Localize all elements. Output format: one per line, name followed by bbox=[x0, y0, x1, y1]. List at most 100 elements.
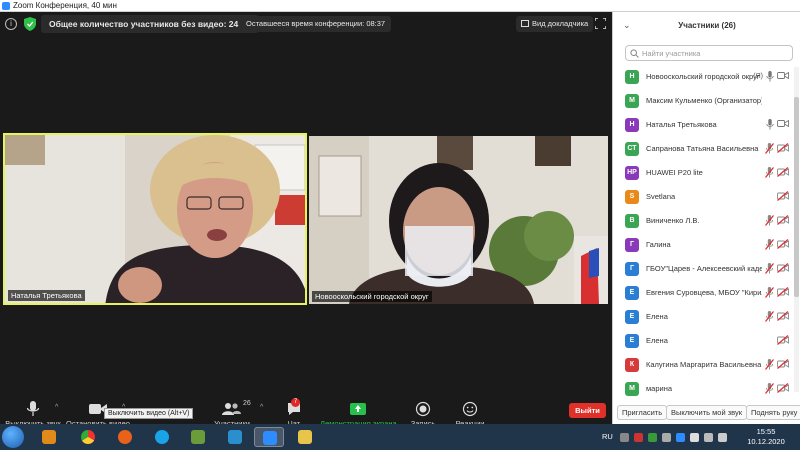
participant-row[interactable]: К Калугина Маргарита Васильевна bbox=[613, 353, 793, 377]
participant-row[interactable]: В Виниченко Л.В. bbox=[613, 209, 793, 233]
participant-row[interactable]: Г Галина bbox=[613, 233, 793, 257]
microphone-off-icon bbox=[765, 143, 774, 154]
meeting-area: i Общее количество участников без видео:… bbox=[0, 12, 612, 436]
taskbar-app-explorer[interactable] bbox=[290, 427, 320, 447]
participant-name-text: Новооскольский городской округ bbox=[646, 72, 760, 81]
microphone-off-icon bbox=[765, 167, 774, 178]
audio-options-caret-icon[interactable]: ^ bbox=[55, 404, 58, 411]
tray-flag-icon[interactable] bbox=[690, 433, 699, 442]
paint-icon bbox=[191, 430, 205, 444]
participant-status-icons bbox=[774, 335, 789, 347]
participant-name-text: Калугина Маргарита Васильевна bbox=[646, 360, 762, 369]
raise-hand-button[interactable]: Поднять руку bbox=[746, 405, 800, 420]
participants-without-video-button[interactable]: Общее количество участников без видео: 2… bbox=[41, 15, 260, 33]
participant-name-text: ГБОУ"Царев - Алексеевский кадетский bbox=[646, 264, 762, 273]
meeting-topbar: i Общее количество участников без видео:… bbox=[0, 12, 612, 36]
tray-volume-icon[interactable] bbox=[718, 433, 727, 442]
participant-name-text: Виниченко Л.В. bbox=[646, 216, 700, 225]
speaker-view-button[interactable]: Вид докладчика bbox=[516, 16, 594, 32]
microphone-off-icon bbox=[765, 263, 774, 274]
participant-name-text: HUAWEI P20 lite bbox=[646, 168, 703, 177]
participant-name-text: Наталья Третьякова bbox=[646, 120, 717, 129]
camera-off-icon bbox=[777, 143, 789, 153]
participant-name: Сапранова Татьяна Васильевна bbox=[646, 137, 762, 161]
participant-row[interactable]: Е Елена bbox=[613, 305, 793, 329]
smiley-icon bbox=[462, 401, 478, 417]
taskbar-app-chrome[interactable] bbox=[73, 427, 103, 447]
invite-button[interactable]: Пригласить bbox=[617, 405, 668, 420]
video-tile-speaker[interactable]: Наталья Третьякова bbox=[3, 133, 307, 305]
firefox-icon bbox=[118, 430, 132, 444]
participant-avatar: Г bbox=[625, 238, 639, 252]
participant-avatar: Е bbox=[625, 310, 639, 324]
leave-meeting-button[interactable]: Выйти bbox=[569, 403, 606, 418]
mute-me-button[interactable]: Выключить мой звук bbox=[666, 405, 748, 420]
fullscreen-icon[interactable] bbox=[595, 18, 606, 29]
microphone-on-icon bbox=[766, 119, 774, 130]
taskbar-app-zoom[interactable] bbox=[254, 427, 284, 447]
participant-row[interactable]: Е Евгения Суровцева, МБОУ "Кирилловская bbox=[613, 281, 793, 305]
keyboard-language[interactable]: RU bbox=[602, 432, 613, 441]
participant-search-input[interactable] bbox=[642, 47, 790, 59]
participant-row[interactable]: Е Елена bbox=[613, 329, 793, 353]
taskbar-clock[interactable]: 15:55 10.12.2020 bbox=[742, 427, 790, 447]
participant-row[interactable]: Н Новооскольский городской округ (Я) bbox=[613, 65, 793, 89]
participant-row[interactable]: СТ Сапранова Татьяна Васильевна bbox=[613, 137, 793, 161]
participant-row[interactable]: Н Наталья Третьякова bbox=[613, 113, 793, 137]
tray-zoom-icon[interactable] bbox=[676, 433, 685, 442]
participant-name-text: Евгения Суровцева, МБОУ "Кирилловская bbox=[646, 288, 762, 297]
taskbar-app-accessibility[interactable] bbox=[220, 427, 250, 447]
participant-name-text: Сапранова Татьяна Васильевна bbox=[646, 144, 759, 153]
camera-on-icon bbox=[777, 71, 789, 80]
participants-without-video-text: Общее количество участников без видео: 2… bbox=[49, 19, 239, 29]
window-title: Zoom Конференция, 40 мин bbox=[13, 1, 117, 10]
participant-status-icons bbox=[762, 143, 789, 155]
participant-avatar: В bbox=[625, 214, 639, 228]
participant-row[interactable]: Г ГБОУ"Царев - Алексеевский кадетский bbox=[613, 257, 793, 281]
participant-search bbox=[625, 45, 793, 61]
participants-options-caret-icon[interactable]: ^ bbox=[260, 404, 263, 411]
participant-name: HUAWEI P20 lite bbox=[646, 161, 762, 185]
meeting-info-icon[interactable]: i bbox=[5, 18, 17, 30]
taskbar-app-media[interactable] bbox=[34, 427, 64, 447]
participant-row[interactable]: Ммарина bbox=[613, 377, 793, 398]
speaker-view-label: Вид докладчика bbox=[532, 19, 589, 28]
microphone-off-icon bbox=[765, 287, 774, 298]
record-icon bbox=[415, 401, 431, 417]
taskbar-app-firefox[interactable] bbox=[110, 427, 140, 447]
participants-scrollbar[interactable] bbox=[794, 67, 799, 392]
participant-status-icons bbox=[762, 215, 789, 227]
participants-panel-footer: Пригласить Выключить мой звук Поднять ру… bbox=[613, 402, 800, 424]
taskbar-app-skype[interactable] bbox=[147, 427, 177, 447]
participant-name-text: Максим Кульменко (Организатор) bbox=[646, 96, 762, 105]
tray-network-icon[interactable] bbox=[704, 433, 713, 442]
camera-off-icon bbox=[777, 239, 789, 249]
taskbar-app-paint[interactable] bbox=[183, 427, 213, 447]
video-feed-speaker bbox=[5, 135, 305, 303]
microphone-off-icon bbox=[765, 239, 774, 250]
tray-shield-icon[interactable] bbox=[648, 433, 657, 442]
participant-me-suffix: (Я) bbox=[753, 73, 763, 80]
camera-off-icon bbox=[777, 311, 789, 321]
tray-help-icon[interactable] bbox=[620, 433, 629, 442]
participant-status-icons bbox=[762, 167, 789, 179]
camera-off-icon bbox=[777, 191, 789, 201]
participant-row[interactable]: HP HUAWEI P20 lite bbox=[613, 161, 793, 185]
participant-row[interactable]: М Максим Кульменко (Организатор) bbox=[613, 89, 793, 113]
microphone-icon bbox=[26, 401, 40, 416]
search-icon bbox=[630, 49, 639, 58]
video-tile-self[interactable]: Новооскольский городской округ bbox=[309, 136, 608, 304]
participant-status-icons bbox=[762, 287, 789, 299]
meeting-time-left: Оставшееся время конференции: 08:37 bbox=[240, 16, 392, 32]
tray-antivirus-icon[interactable] bbox=[634, 433, 643, 442]
participant-status-icons bbox=[762, 383, 789, 395]
participant-row[interactable]: S Svetlana bbox=[613, 185, 793, 209]
clock-time: 15:55 bbox=[756, 427, 776, 436]
tray-device-icon[interactable] bbox=[662, 433, 671, 442]
participant-name: Елена bbox=[646, 329, 762, 353]
microphone-off-icon bbox=[765, 383, 774, 394]
scrollbar-thumb[interactable] bbox=[794, 97, 799, 297]
start-button[interactable] bbox=[2, 426, 24, 448]
encryption-shield-icon[interactable] bbox=[24, 17, 36, 31]
participant-avatar: СТ bbox=[625, 142, 639, 156]
